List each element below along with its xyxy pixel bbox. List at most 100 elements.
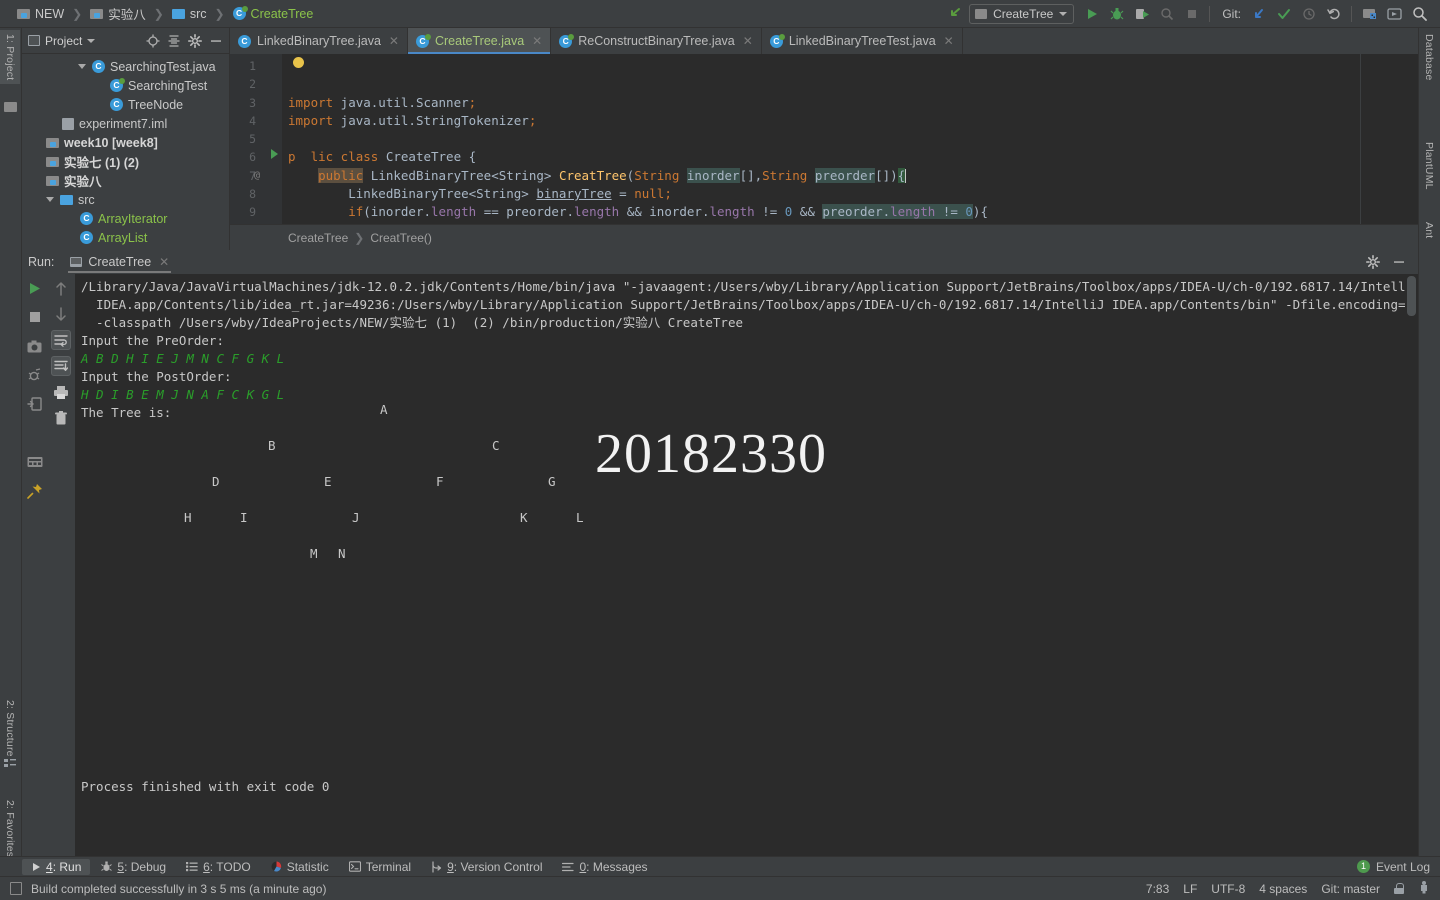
tree-item-experiment7[interactable]: 实验七 (1) (2): [22, 152, 229, 171]
editor-gutter[interactable]: 1 2 3 4 5 6 @ 7 8 9: [230, 54, 282, 224]
close-icon[interactable]: ✕: [389, 34, 399, 48]
editor-tab-linkedbinarytreetest[interactable]: C LinkedBinaryTreeTest.java ✕: [762, 28, 963, 54]
tree-item-searchingtest[interactable]: C SearchingTest: [22, 76, 229, 95]
bottom-tab-messages[interactable]: 0: Messages: [553, 859, 656, 875]
tree-item-arrayiterator[interactable]: C ArrayIterator: [22, 209, 229, 228]
scroll-up-icon[interactable]: [51, 278, 71, 298]
thread-dump-icon[interactable]: [25, 365, 45, 385]
sidebar-tab-favorites[interactable]: 2: Favorites: [0, 796, 20, 861]
iml-file-icon: [62, 117, 74, 130]
sidebar-tab-plantuml[interactable]: PlantUML: [1419, 138, 1439, 194]
project-structure-icon[interactable]: [1358, 4, 1380, 24]
bottom-tab-statistic[interactable]: Statistic: [262, 859, 338, 875]
breadcrumb-item-new[interactable]: NEW: [14, 6, 67, 22]
tree-item-arraylist[interactable]: C ArrayList: [22, 228, 229, 247]
bottom-tab-terminal[interactable]: Terminal: [340, 859, 420, 875]
event-log-label: Event Log: [1375, 859, 1430, 874]
close-icon[interactable]: ✕: [532, 34, 542, 48]
main-toolbar-actions: CreateTree Git:: [944, 3, 1440, 24]
line-separator[interactable]: LF: [1183, 882, 1197, 896]
lock-icon[interactable]: [1394, 883, 1404, 894]
scroll-to-end-icon[interactable]: [51, 356, 71, 376]
caret-position[interactable]: 7:83: [1146, 882, 1169, 896]
intention-bulb-icon[interactable]: [293, 57, 304, 68]
tree-node-n: N: [338, 546, 346, 561]
editor-tab-linkedbinarytree[interactable]: C LinkedBinaryTree.java ✕: [230, 28, 408, 54]
camera-grid-icon[interactable]: [25, 452, 45, 472]
console-scrollbar[interactable]: [1405, 274, 1418, 856]
restore-layout-icon[interactable]: [25, 394, 45, 414]
sidebar-tab-project[interactable]: 1: Project: [0, 30, 20, 85]
event-log-group[interactable]: 1 Event Log: [1356, 859, 1440, 874]
run-gutter-icon[interactable]: [271, 149, 278, 159]
sidebar-tab-ant[interactable]: Ant: [1419, 218, 1439, 242]
screenshot-icon[interactable]: [25, 336, 45, 356]
target-icon[interactable]: [146, 34, 160, 48]
close-icon[interactable]: ✕: [159, 255, 169, 269]
inspection-icon[interactable]: [1418, 880, 1430, 897]
git-history-icon[interactable]: [1298, 4, 1320, 24]
print-icon[interactable]: [51, 382, 71, 402]
scrollbar-thumb[interactable]: [1407, 276, 1416, 316]
breadcrumb-item-experiment8[interactable]: 实验八: [87, 3, 149, 24]
bottom-tab-debug[interactable]: 5: Debug: [92, 859, 175, 875]
stop-icon[interactable]: [25, 307, 45, 327]
expand-arrow-icon[interactable]: [76, 61, 87, 72]
tree-node-d: D: [212, 474, 220, 489]
bottom-tab-version-control[interactable]: 9: Version Control: [422, 859, 551, 875]
run-tab-createtree[interactable]: CreateTree ✕: [64, 253, 175, 273]
run-with-coverage-button[interactable]: [1131, 4, 1153, 24]
memory-indicator-icon[interactable]: [10, 882, 22, 895]
bottom-tab-todo[interactable]: 6: TODO: [177, 859, 260, 875]
tree-item-experiment8[interactable]: 实验八: [22, 171, 229, 190]
git-branch[interactable]: Git: master: [1321, 882, 1380, 896]
indent-setting[interactable]: 4 spaces: [1259, 882, 1307, 896]
gear-icon[interactable]: [188, 33, 202, 48]
tree-item-week10[interactable]: week10 [week8]: [22, 133, 229, 152]
breadcrumb-item-createtree[interactable]: C CreateTree: [230, 6, 317, 22]
editor-breadcrumb-class[interactable]: CreateTree: [288, 231, 348, 245]
project-panel-title-group[interactable]: Project: [28, 34, 96, 48]
git-revert-icon[interactable]: [1323, 4, 1345, 24]
breadcrumb-item-src[interactable]: src: [169, 6, 210, 22]
stop-button[interactable]: [1181, 4, 1203, 24]
code-editor[interactable]: 1 2 3 4 5 6 @ 7 8 9 import java.util.Sca…: [230, 54, 1418, 224]
rerun-icon[interactable]: [25, 278, 45, 298]
run-configuration-selector[interactable]: CreateTree: [969, 3, 1075, 24]
sidebar-tab-database[interactable]: Database: [1419, 30, 1439, 85]
pin-icon[interactable]: [25, 481, 45, 501]
scroll-down-icon[interactable]: [51, 304, 71, 324]
editor-tab-reconstructbinarytree[interactable]: C ReConstructBinaryTree.java ✕: [551, 28, 762, 54]
clear-all-icon[interactable]: [51, 408, 71, 428]
tree-item-src[interactable]: src: [22, 190, 229, 209]
close-icon[interactable]: ✕: [743, 34, 753, 48]
collapse-all-icon[interactable]: [167, 34, 181, 48]
expand-arrow-icon[interactable]: [44, 194, 55, 205]
editor-tab-createtree[interactable]: C CreateTree.java ✕: [407, 28, 552, 54]
back-arrow-icon[interactable]: [944, 4, 966, 24]
editor-breadcrumb-method[interactable]: CreatTree(): [370, 231, 432, 245]
hide-icon[interactable]: [1392, 255, 1406, 269]
git-commit-icon[interactable]: [1273, 4, 1295, 24]
line-number-with-annotation: @ 7: [230, 167, 282, 185]
debug-button[interactable]: [1106, 4, 1128, 24]
profiler-button[interactable]: [1156, 4, 1178, 24]
close-icon[interactable]: ✕: [944, 34, 954, 48]
code-text[interactable]: import java.util.Scanner; import java.ut…: [282, 54, 1418, 224]
tree-item-experiment7-iml[interactable]: experiment7.iml: [22, 114, 229, 133]
console-command-line: -classpath /Users/wby/IdeaProjects/NEW/实…: [81, 315, 743, 330]
sidebar-tab-structure[interactable]: 2: Structure: [0, 696, 20, 761]
run-button[interactable]: [1081, 4, 1103, 24]
editor-scrollbar[interactable]: [1360, 54, 1418, 224]
bottom-tab-run[interactable]: 4: Run: [22, 858, 91, 875]
file-encoding[interactable]: UTF-8: [1211, 882, 1245, 896]
search-everywhere-icon[interactable]: [1408, 4, 1430, 24]
tree-item-searchingtest-java[interactable]: C SearchingTest.java: [22, 57, 229, 76]
settings-icon[interactable]: [1383, 4, 1405, 24]
soft-wrap-icon[interactable]: [51, 330, 71, 350]
console-output[interactable]: /Library/Java/JavaVirtualMachines/jdk-12…: [75, 274, 1418, 856]
gear-icon[interactable]: [1366, 255, 1380, 269]
tree-item-treenode[interactable]: C TreeNode: [22, 95, 229, 114]
hide-icon[interactable]: [209, 34, 223, 48]
git-update-icon[interactable]: [1248, 4, 1270, 24]
